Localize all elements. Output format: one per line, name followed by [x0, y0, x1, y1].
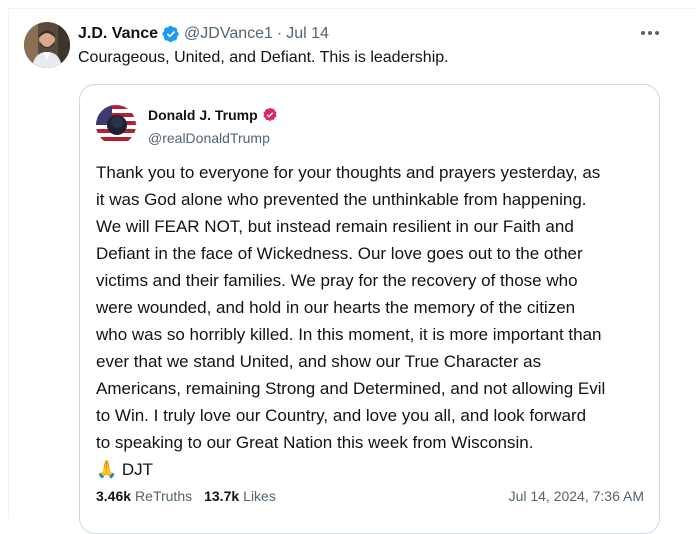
tweet-date[interactable]: Jul 14 — [286, 25, 329, 43]
body-line: victims and their families. We pray for … — [96, 271, 578, 290]
tweet-header: J.D. Vance @JDVance1 · Jul 14 — [78, 23, 329, 45]
body-line: to Win. I truly love our Country, and lo… — [96, 406, 587, 425]
body-line: Americans, remaining Strong and Determin… — [96, 379, 606, 398]
retruths-count: 3.46k — [96, 488, 132, 504]
body-line: to speaking to our Great Nation this wee… — [96, 433, 534, 452]
more-horizontal-icon[interactable] — [636, 22, 664, 44]
body-line: ever that we stand United, and show our … — [96, 352, 542, 371]
body-line: were wounded, and hold in our hearts the… — [96, 298, 576, 317]
author-name[interactable]: J.D. Vance — [78, 25, 158, 43]
quoted-author-handle[interactable]: @realDonaldTrump — [148, 130, 270, 146]
body-line: We will FEAR NOT, but instead remain res… — [96, 217, 574, 236]
quoted-author-name[interactable]: Donald J. Trump — [148, 107, 258, 123]
likes-label: Likes — [243, 488, 276, 504]
tweet-text: Courageous, United, and Defiant. This is… — [78, 49, 449, 66]
quoted-author-avatar[interactable] — [96, 105, 136, 145]
post-timestamp[interactable]: Jul 14, 2024, 7:36 AM — [509, 488, 644, 504]
body-line: Defiant in the face of Wickedness. Our l… — [96, 244, 583, 263]
signoff-text: DJT — [121, 460, 154, 479]
verified-badge-icon — [162, 25, 180, 43]
author-handle[interactable]: @JDVance1 — [184, 25, 273, 43]
body-line: it was God alone who prevented the unthi… — [96, 190, 587, 209]
signoff-line: 🙏 DJT — [96, 456, 652, 483]
likes-count: 13.7k — [204, 488, 240, 504]
retruths-label: ReTruths — [135, 488, 193, 504]
body-line: Thank you to everyone for your thoughts … — [96, 163, 601, 182]
quoted-post-body: Thank you to everyone for your thoughts … — [96, 159, 652, 483]
header-separator: · — [276, 25, 283, 42]
body-line: who was so horribly killed. In this mome… — [96, 325, 602, 344]
likes-stat[interactable]: 13.7k Likes — [204, 488, 276, 504]
retruths-stat[interactable]: 3.46k ReTruths — [96, 488, 192, 504]
praying-hands-icon: 🙏 — [96, 460, 118, 479]
quoted-post-card[interactable]: Donald J. Trump @realDonaldTrump Thank y… — [79, 84, 660, 534]
quoted-author-row: Donald J. Trump — [148, 107, 278, 123]
author-avatar[interactable] — [24, 22, 70, 68]
post-stats: 3.46k ReTruths 13.7k Likes — [96, 488, 276, 504]
verified-badge-icon — [262, 107, 278, 123]
